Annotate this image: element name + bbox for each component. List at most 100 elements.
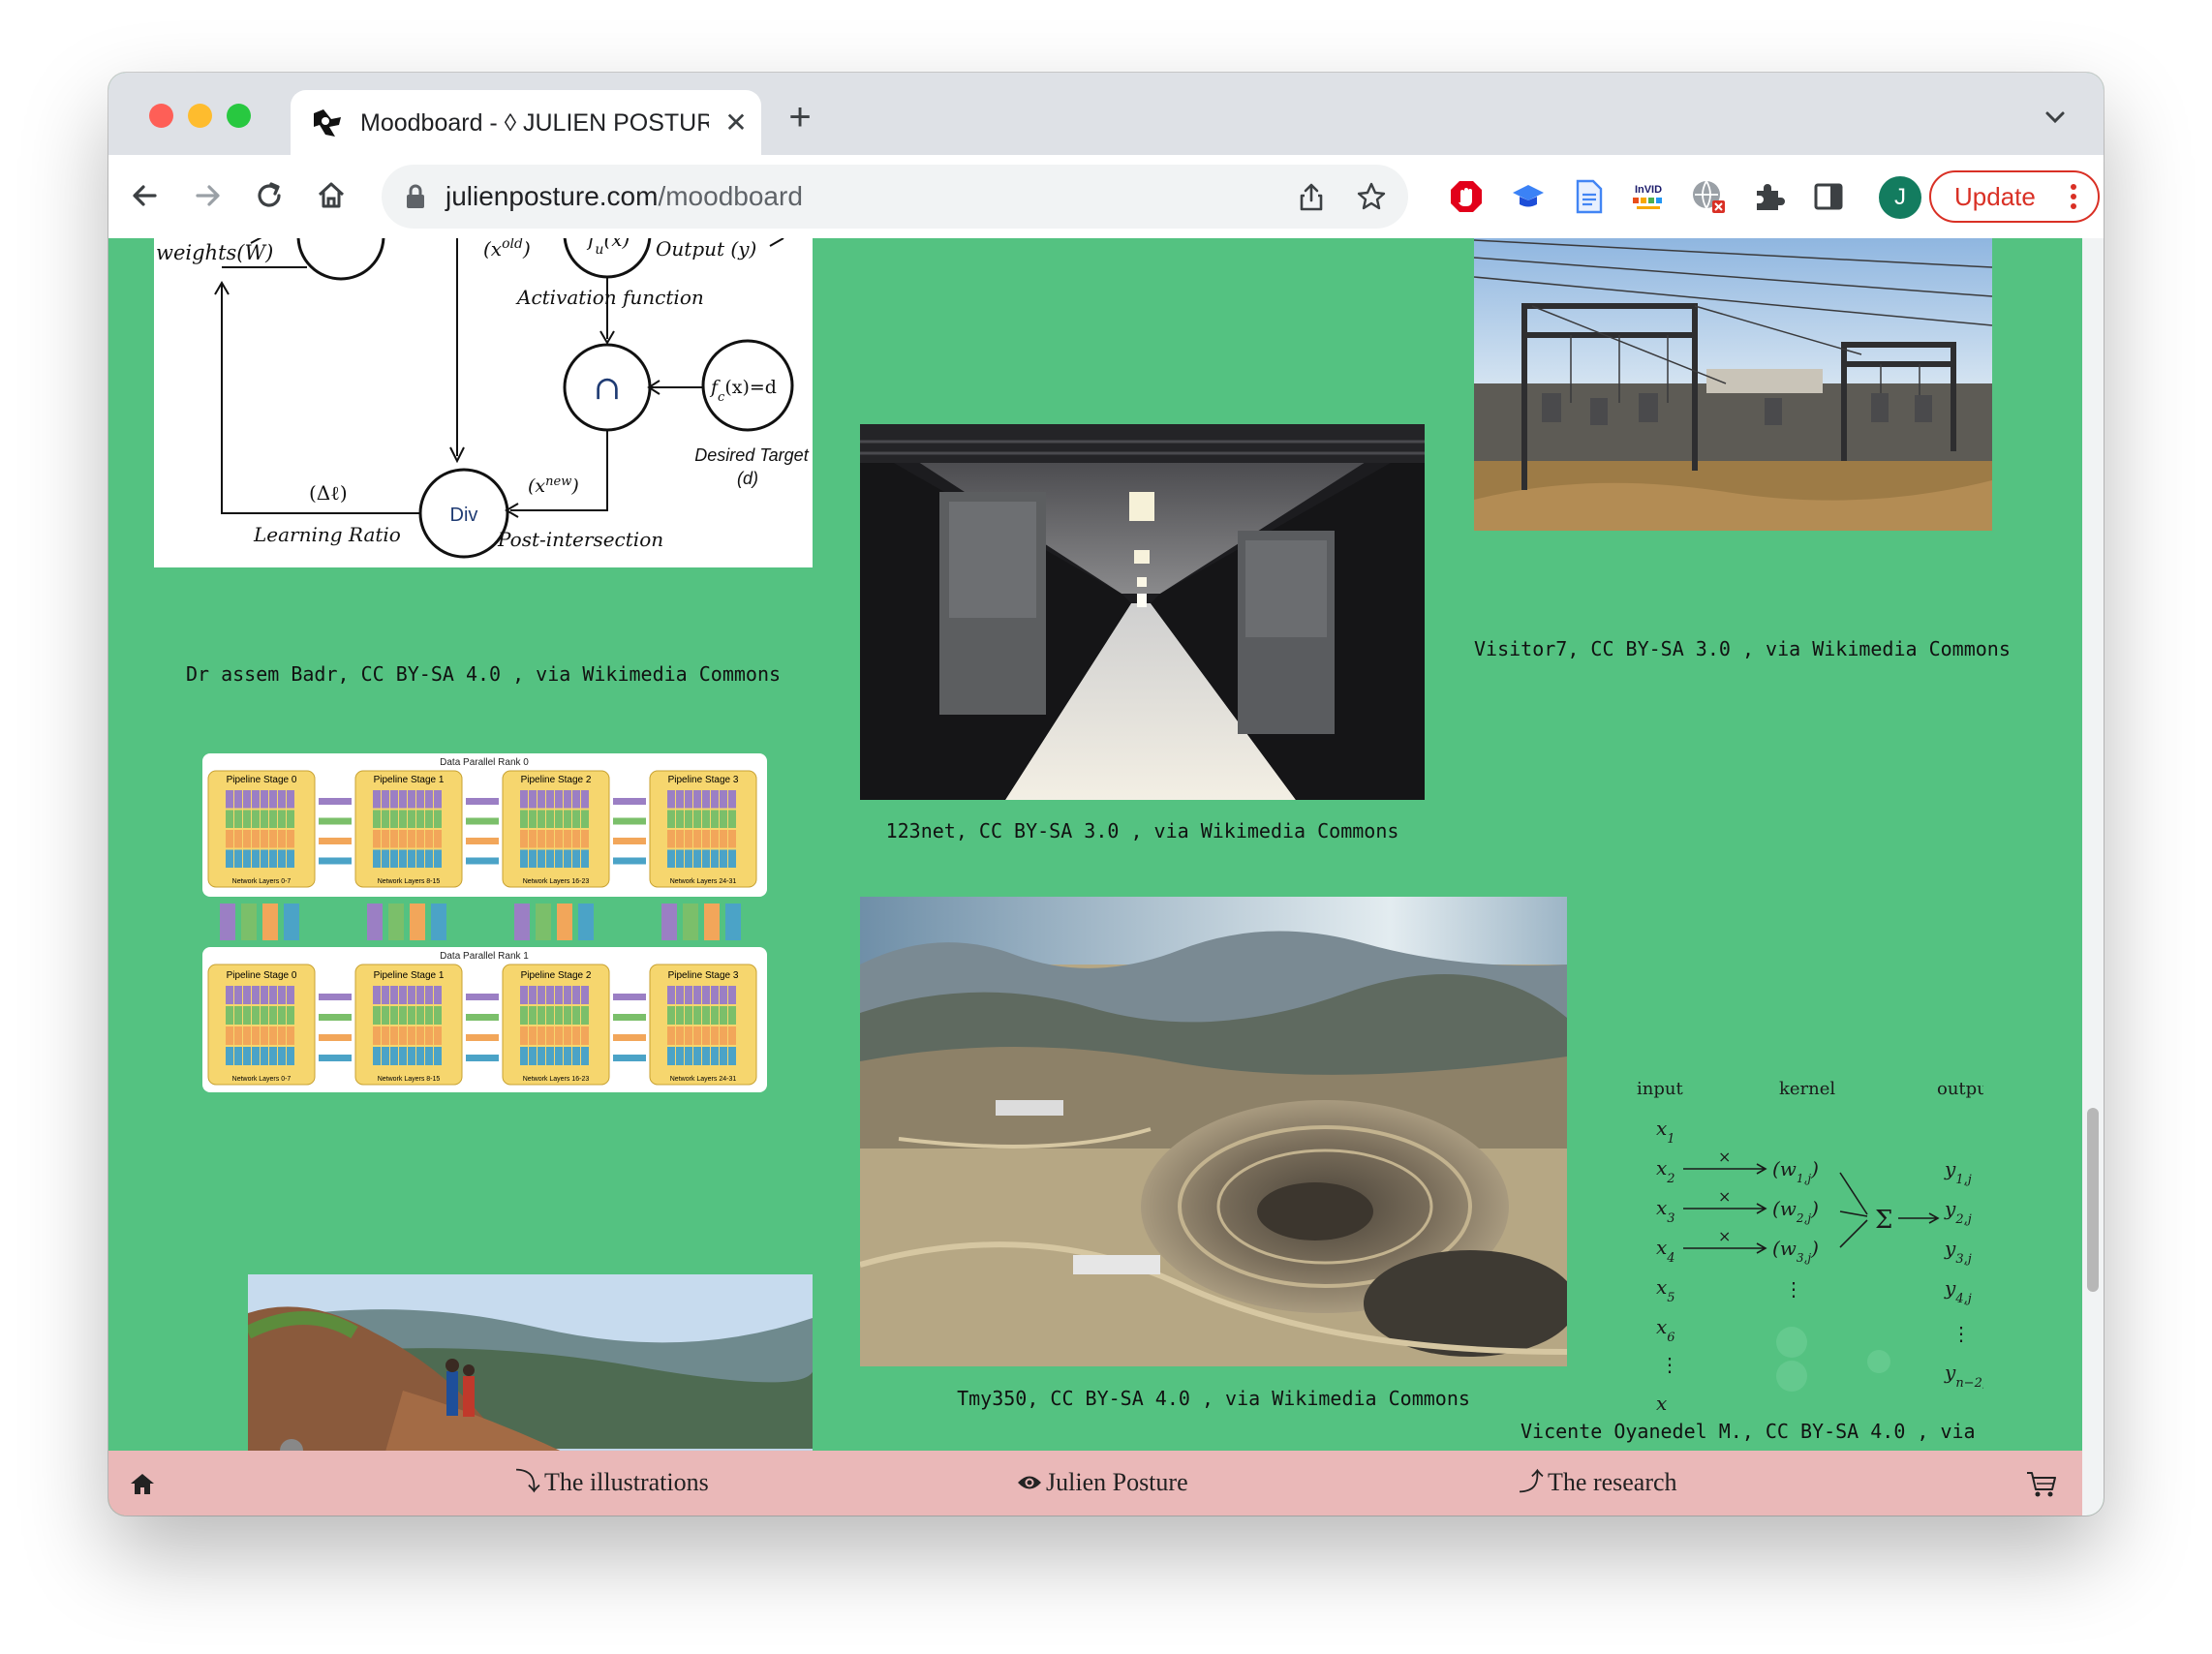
- layer-block: [390, 849, 398, 868]
- fu-arg: (x): [603, 238, 630, 251]
- close-tab-icon[interactable]: ✕: [721, 107, 752, 138]
- docs-icon[interactable]: [1569, 177, 1608, 216]
- tab-search-chevron-icon[interactable]: [2040, 102, 2071, 133]
- layer-block: [564, 1006, 571, 1025]
- layer-block: [685, 830, 692, 848]
- layers-label: Network Layers 8-15: [378, 878, 441, 885]
- conv-kernel-label: kernel: [1779, 1081, 1835, 1099]
- update-button[interactable]: Update: [1929, 170, 2100, 223]
- layers-label: Network Layers 24-31: [670, 878, 737, 885]
- layer-block: [252, 790, 260, 809]
- pipeline-arrow: [466, 798, 499, 805]
- forward-arrow-icon[interactable]: [188, 176, 227, 215]
- update-label: Update: [1954, 182, 2036, 211]
- page-scrollbar[interactable]: [2082, 238, 2104, 1516]
- down-arrow-icon: ⤵: [515, 1468, 541, 1496]
- mine-photo-svg: [860, 897, 1567, 1366]
- minimize-window-button[interactable]: [188, 104, 212, 128]
- layer-block: [373, 986, 381, 1004]
- layer-block: [243, 1047, 251, 1065]
- allreduce-block: [284, 904, 299, 940]
- layer-block: [546, 849, 554, 868]
- svg-text:(w1,j): (w1,j): [1772, 1157, 1819, 1185]
- fc-label: fc(x)=d: [709, 377, 777, 405]
- adblock-icon[interactable]: [1447, 177, 1486, 216]
- layer-block: [408, 830, 415, 848]
- new-tab-button[interactable]: +: [781, 98, 819, 137]
- intersection-diagram[interactable]: weights(W) (xold) fu(x) Output (y) Activ…: [154, 238, 813, 567]
- nav-illustrations[interactable]: ⤵ The illustrations: [515, 1466, 709, 1499]
- layer-block: [702, 849, 710, 868]
- layer-block: [538, 849, 545, 868]
- tab-moodboard[interactable]: Moodboard - ◊ JULIEN POSTURE ✕: [291, 90, 761, 155]
- caption-intersection: Dr assem Badr, CC BY-SA 4.0 , via Wikime…: [185, 662, 782, 686]
- layer-block: [667, 1047, 675, 1065]
- globe-blocked-icon[interactable]: [1689, 177, 1728, 216]
- puzzle-icon[interactable]: [1749, 177, 1788, 216]
- substation-photo[interactable]: [1474, 238, 1992, 531]
- layer-block: [226, 810, 233, 828]
- invid-icon[interactable]: InVID: [1629, 177, 1668, 216]
- layer-block: [390, 1047, 398, 1065]
- site-favicon-icon: [314, 109, 341, 137]
- layer-block: [234, 1026, 242, 1045]
- maximize-window-button[interactable]: [227, 104, 251, 128]
- back-arrow-icon[interactable]: [126, 176, 165, 215]
- layer-block: [529, 830, 537, 848]
- convolution-diagram[interactable]: input kernel output x1 x2 x3 x4 x5 x6 ⋮ …: [1617, 1081, 1983, 1410]
- layer-block: [234, 830, 242, 848]
- mine-photo[interactable]: [860, 897, 1567, 1366]
- layer-block: [243, 810, 251, 828]
- pipeline-arrow: [319, 1034, 352, 1041]
- layer-block: [373, 810, 381, 828]
- share-icon[interactable]: [1294, 179, 1329, 214]
- layer-block: [252, 849, 260, 868]
- layer-block: [425, 830, 433, 848]
- profile-avatar[interactable]: J: [1879, 176, 1921, 219]
- layer-block: [728, 1026, 736, 1045]
- close-window-button[interactable]: [149, 104, 173, 128]
- bookmark-star-icon[interactable]: [1354, 179, 1389, 214]
- layer-block: [676, 1047, 684, 1065]
- svg-text:×: ×: [1718, 1227, 1731, 1245]
- layer-block: [399, 1026, 407, 1045]
- layer-block: [399, 849, 407, 868]
- layer-block: [234, 790, 242, 809]
- pipeline-arrow: [466, 857, 499, 865]
- reload-icon[interactable]: [250, 176, 289, 215]
- kebab-menu-icon[interactable]: [2071, 183, 2076, 210]
- scrollbar-thumb[interactable]: [2087, 1108, 2099, 1292]
- layer-block: [720, 810, 727, 828]
- layer-block: [278, 790, 286, 809]
- allreduce-block: [262, 904, 278, 940]
- layer-block: [226, 790, 233, 809]
- lock-icon[interactable]: [405, 184, 426, 209]
- address-bar[interactable]: julienposture.com/moodboard: [382, 165, 1408, 229]
- layer-block: [702, 790, 710, 809]
- datacenter-photo[interactable]: [860, 424, 1425, 800]
- layer-block: [728, 810, 736, 828]
- layer-block: [711, 830, 719, 848]
- layer-block: [572, 810, 580, 828]
- layer-block: [555, 790, 563, 809]
- graduation-cap-icon[interactable]: [1509, 177, 1548, 216]
- pipeline-rank0-label: Data Parallel Rank 0: [440, 757, 529, 768]
- layer-block: [572, 986, 580, 1004]
- url-text[interactable]: julienposture.com/moodboard: [445, 179, 803, 214]
- intersection-symbol: ∩: [594, 369, 622, 408]
- sidepanel-icon[interactable]: [1809, 177, 1848, 216]
- layer-block: [676, 830, 684, 848]
- home-icon[interactable]: [130, 1472, 155, 1495]
- nav-research[interactable]: ⤴ The research: [1519, 1466, 1677, 1499]
- pipeline-diagram[interactable]: Data Parallel Rank 0 Data Parallel Rank …: [202, 753, 767, 1092]
- pipeline-stage-0: Pipeline Stage 0 Network Layers 0-7: [207, 770, 316, 888]
- home-icon[interactable]: [312, 176, 351, 215]
- cart-icon[interactable]: [2026, 1470, 2057, 1499]
- caption-convolution: Vicente Oyanedel M., CC BY-SA 4.0 , via: [1521, 1420, 1976, 1443]
- layer-block: [287, 830, 294, 848]
- layer-block: [667, 830, 675, 848]
- nav-julien-posture[interactable]: Julien Posture: [1017, 1466, 1188, 1499]
- layer-block: [520, 986, 528, 1004]
- layer-block: [538, 810, 545, 828]
- layer-block: [226, 849, 233, 868]
